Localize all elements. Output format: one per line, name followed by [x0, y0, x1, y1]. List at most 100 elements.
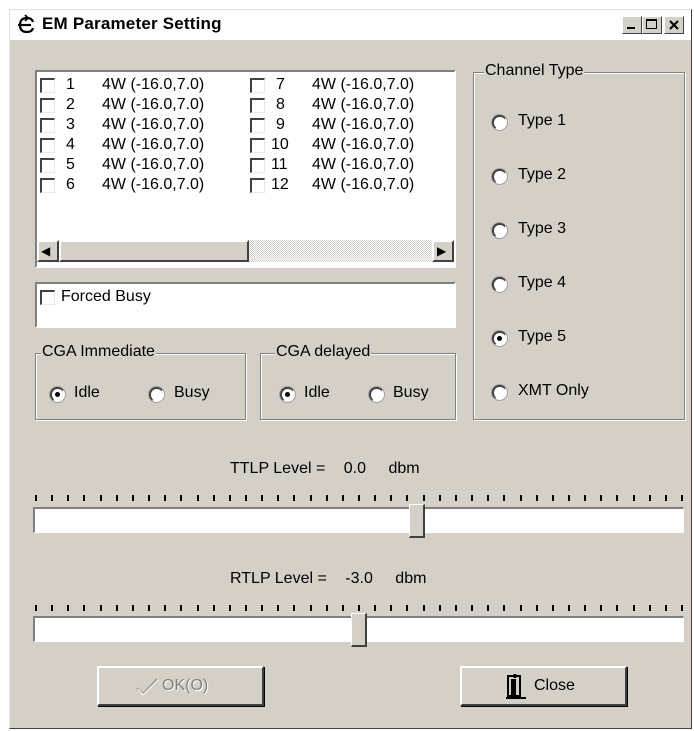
cga-immediate-idle-radio[interactable]: [50, 387, 65, 402]
close-button[interactable]: Close: [460, 666, 627, 706]
channel-checkbox[interactable]: [40, 118, 55, 133]
cga-delayed-busy-radio[interactable]: [369, 387, 384, 402]
slider-tick: [51, 495, 54, 501]
slider-tick: [374, 605, 377, 611]
ttlp-ticks: [35, 495, 685, 503]
channel-value: 4W (-16.0,7.0): [102, 76, 205, 93]
slider-tick: [422, 495, 425, 501]
channel-value: 4W (-16.0,7.0): [102, 116, 205, 133]
slider-tick: [83, 605, 86, 611]
cga-delayed-group: CGA delayed Idle Busy: [260, 343, 456, 420]
scroll-left-icon: ◀: [41, 244, 51, 258]
slider-tick: [438, 495, 441, 501]
channel-type-title: Channel Type: [484, 62, 585, 80]
title-bar[interactable]: EM Parameter Setting: [10, 10, 691, 40]
channel-value: 4W (-16.0,7.0): [312, 176, 415, 193]
rtlp-label: RTLP Level =: [230, 570, 327, 587]
slider-tick: [131, 605, 134, 611]
ttlp-slider-track[interactable]: [33, 507, 684, 533]
channel-number: 1: [66, 76, 75, 93]
channel-checkbox[interactable]: [250, 98, 265, 113]
slider-tick: [584, 605, 587, 611]
channel-type-radio[interactable]: [492, 169, 507, 184]
channel-type-label: Type 1: [518, 112, 567, 129]
channel-checkbox[interactable]: [40, 98, 55, 113]
slider-tick: [115, 495, 118, 501]
rtlp-slider-thumb[interactable]: [350, 613, 367, 647]
channel-checkbox[interactable]: [250, 118, 265, 133]
scroll-left-button[interactable]: ◀: [37, 240, 59, 262]
slider-tick: [648, 605, 651, 611]
channel-checkbox[interactable]: [40, 158, 55, 173]
channel-type-label: Type 4: [518, 274, 567, 291]
slider-tick: [390, 605, 393, 611]
minimize-icon: [627, 27, 635, 29]
forced-busy-checkbox[interactable]: [40, 290, 55, 305]
channel-checkbox[interactable]: [40, 178, 55, 193]
channel-checkbox[interactable]: [40, 78, 55, 93]
slider-tick: [293, 605, 296, 611]
slider-tick: [164, 605, 167, 611]
slider-tick: [406, 495, 409, 501]
slider-tick: [664, 605, 667, 611]
channel-value: 4W (-16.0,7.0): [102, 156, 205, 173]
ttlp-value: 0.0: [343, 460, 367, 477]
cga-delayed-idle-radio[interactable]: [280, 387, 295, 402]
scroll-thumb[interactable]: [59, 240, 249, 262]
cga-immediate-idle-label: Idle: [74, 384, 100, 401]
slider-tick: [567, 495, 570, 501]
channel-type-radio[interactable]: [492, 223, 507, 238]
forced-busy-label: Forced Busy: [61, 288, 151, 305]
scroll-right-button[interactable]: ▶: [432, 240, 454, 262]
horizontal-scrollbar[interactable]: ◀ ▶: [37, 240, 454, 262]
channel-number: 3: [66, 116, 75, 133]
slider-tick: [35, 605, 37, 611]
channel-value: 4W (-16.0,7.0): [312, 156, 415, 173]
close-label: Close: [534, 677, 575, 694]
ttlp-slider-thumb[interactable]: [409, 504, 426, 538]
slider-tick: [325, 605, 328, 611]
channel-checkbox[interactable]: [250, 138, 265, 153]
close-window-button[interactable]: [664, 16, 684, 34]
slider-tick: [454, 605, 457, 611]
channel-list-column-1: 1 4W (-16.0,7.0) 2 4W (-16.0,7.0) 3 4W (-16.0…: [37, 72, 247, 242]
slider-tick: [551, 605, 554, 611]
cga-immediate-group: CGA Immediate Idle Busy: [35, 343, 246, 420]
slider-tick: [390, 495, 393, 501]
channel-checkbox[interactable]: [250, 78, 265, 93]
slider-tick: [325, 495, 328, 501]
channel-type-radio[interactable]: [492, 115, 507, 130]
slider-tick: [83, 495, 86, 501]
slider-tick: [535, 495, 538, 501]
slider-tick: [277, 495, 280, 501]
channel-checkbox[interactable]: [40, 138, 55, 153]
slider-tick: [99, 495, 102, 501]
channel-value: 4W (-16.0,7.0): [102, 176, 205, 193]
ok-button[interactable]: OK(O): [97, 666, 264, 706]
minimize-button[interactable]: [622, 16, 642, 34]
channel-number: 12: [271, 176, 289, 193]
maximize-button[interactable]: [642, 16, 662, 34]
slider-tick: [632, 605, 635, 611]
channel-type-radio[interactable]: [492, 277, 507, 292]
channel-checkbox[interactable]: [250, 158, 265, 173]
ttlp-unit: dbm: [388, 460, 420, 477]
slider-tick: [35, 495, 37, 501]
channel-value: 4W (-16.0,7.0): [312, 116, 415, 133]
slider-tick: [664, 495, 667, 501]
slider-tick: [180, 495, 183, 501]
slider-tick: [196, 495, 199, 501]
slider-tick: [67, 605, 70, 611]
cga-immediate-busy-radio[interactable]: [149, 387, 164, 402]
ok-label: OK(O): [162, 677, 209, 694]
channel-type-radio[interactable]: [492, 331, 507, 346]
slider-tick: [358, 605, 360, 611]
checkmark-icon: [136, 678, 159, 696]
channel-checkbox[interactable]: [250, 178, 265, 193]
cga-delayed-title: CGA delayed: [275, 343, 372, 361]
slider-tick: [164, 495, 167, 501]
channel-type-radio[interactable]: [492, 385, 507, 400]
channel-type-label: Type 2: [518, 166, 567, 183]
slider-tick: [131, 495, 134, 501]
channel-list[interactable]: 1 4W (-16.0,7.0) 2 4W (-16.0,7.0) 3 4W (-16.0…: [35, 70, 456, 268]
